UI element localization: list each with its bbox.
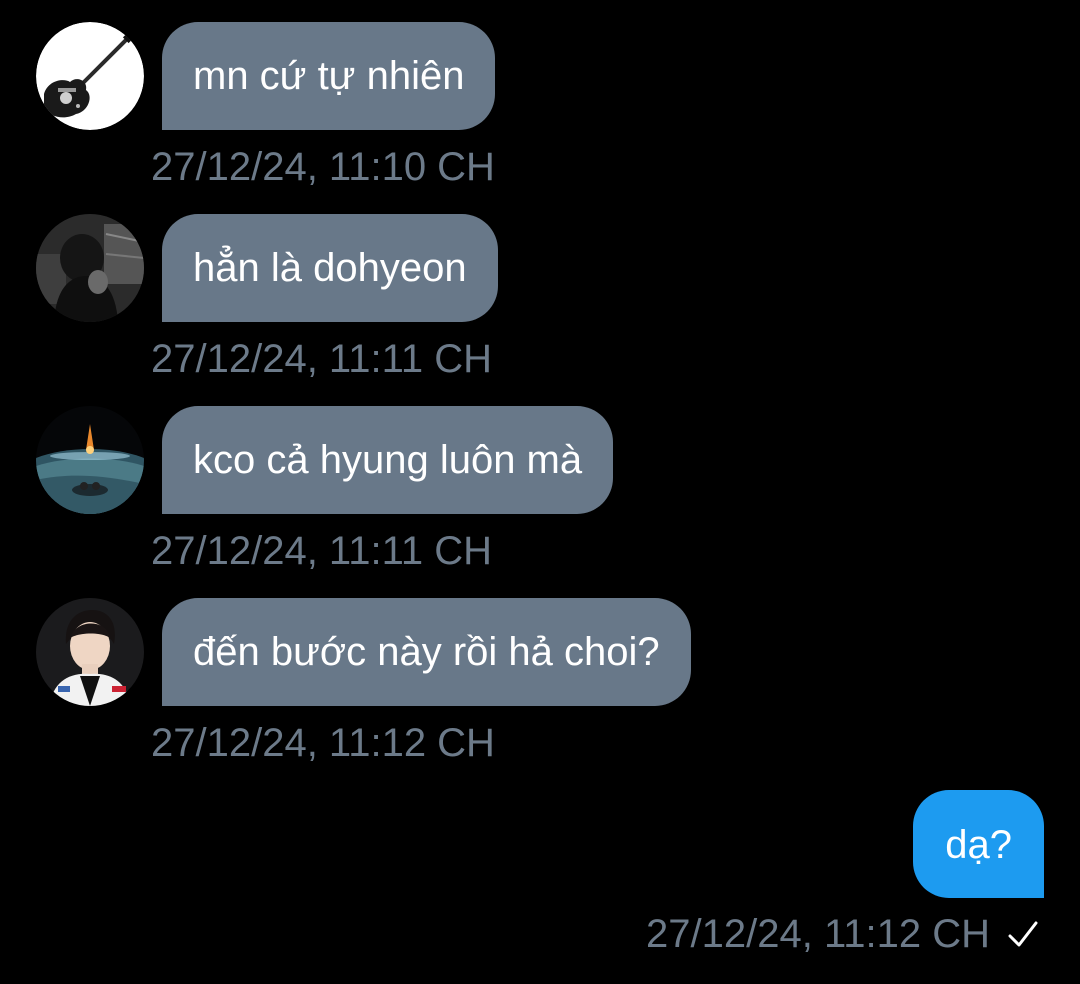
person-photo-icon — [36, 214, 144, 322]
message-text: đến bước này rồi hả choi? — [193, 630, 660, 674]
portrait-icon — [36, 598, 144, 706]
message-timestamp: 27/12/24, 11:11 CH — [151, 529, 492, 573]
message-bubble[interactable]: đến bước này rồi hả choi? — [162, 598, 691, 706]
earth-meteor-icon — [36, 406, 144, 514]
message-text: kco cả hyung luôn mà — [193, 438, 583, 482]
young-man-avatar[interactable] — [36, 598, 144, 706]
message-bubble[interactable]: mn cứ tự nhiên — [162, 22, 496, 130]
hooded-person-avatar[interactable] — [36, 214, 144, 322]
message-timestamp: 27/12/24, 11:10 CH — [151, 145, 495, 189]
message-timestamp: 27/12/24, 11:12 CH — [151, 721, 495, 765]
check-icon — [1008, 921, 1038, 947]
message-text: dạ? — [945, 823, 1012, 867]
guitar-icon — [36, 22, 144, 130]
earth-meteor-avatar[interactable] — [36, 406, 144, 514]
outgoing-meta: 27/12/24, 11:12 CH — [646, 910, 1040, 958]
message-text: hẳn là dohyeon — [193, 246, 467, 290]
message-bubble[interactable]: kco cả hyung luôn mà — [162, 406, 614, 514]
guitar-avatar[interactable] — [36, 22, 144, 130]
message-timestamp: 27/12/24, 11:12 CH — [646, 912, 990, 956]
outgoing-message-bubble[interactable]: dạ? — [913, 790, 1044, 898]
message-timestamp: 27/12/24, 11:11 CH — [151, 337, 492, 381]
message-text: mn cứ tự nhiên — [193, 54, 465, 98]
message-bubble[interactable]: hẳn là dohyeon — [162, 214, 498, 322]
